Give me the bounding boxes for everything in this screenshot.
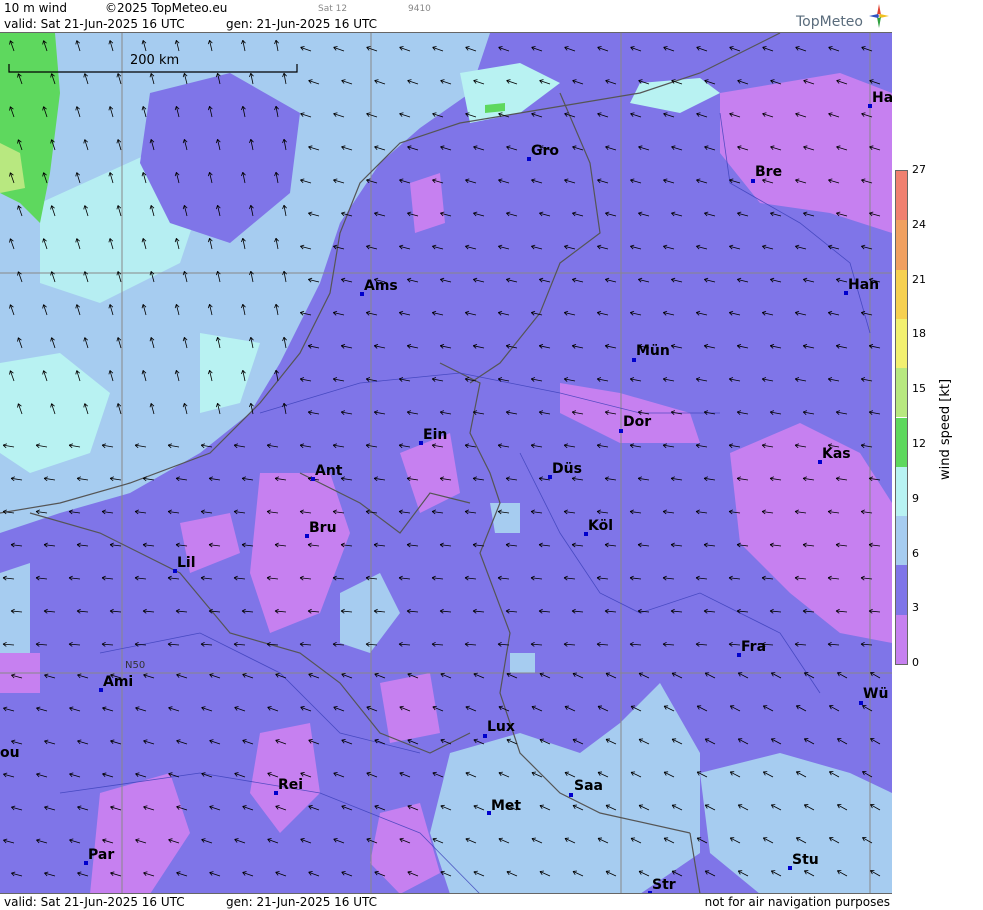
wind-arrow-head	[507, 871, 511, 872]
city-ein: Ein	[423, 427, 447, 443]
wind-arrow-head	[507, 739, 511, 740]
color-bar-segment	[896, 319, 907, 368]
city-wu: Wü	[863, 686, 888, 702]
footer-row: valid: Sat 21-Jun-2025 16 UTC gen: 21-Ju…	[0, 893, 892, 910]
header-row-1: 10 m wind ©2025 TopMeteo.eu Sat 12 9410	[0, 0, 892, 16]
legend-tick-label: 15	[912, 382, 926, 395]
color-bar-segment	[896, 418, 907, 467]
city-kas: Kas	[822, 446, 851, 462]
footer-valid: valid: Sat 21-Jun-2025 16 UTC	[4, 895, 185, 909]
legend-title: wind speed [kt]	[938, 379, 953, 480]
city-ami: Ami	[103, 674, 133, 690]
wind-arrow-head	[474, 673, 478, 674]
city-rei: Rei	[278, 777, 303, 793]
city-saa: Saa	[574, 778, 603, 794]
city-par: Par	[88, 847, 114, 863]
logo-text: TopMeteo	[796, 14, 863, 30]
sat-label: Sat 12	[318, 4, 347, 14]
city-str: Str	[652, 877, 676, 893]
legend-tick-label: 18	[912, 327, 926, 340]
color-bar	[895, 170, 908, 665]
gen-time: gen: 21-Jun-2025 16 UTC	[226, 17, 377, 31]
wind-arrow-head	[499, 838, 503, 839]
legend-tick-label: 27	[912, 163, 926, 176]
footer-disclaimer: not for air navigation purposes	[705, 895, 890, 909]
city-gro: Gro	[531, 143, 559, 159]
city-bre: Bre	[755, 164, 782, 180]
city-marker	[569, 793, 573, 797]
wind-field	[0, 33, 892, 894]
city-fra: Fra	[741, 639, 766, 655]
city-dor: Dor	[623, 414, 651, 430]
city-mun: Mün	[636, 343, 670, 359]
color-bar-segment	[896, 368, 907, 417]
color-bar-segment	[896, 565, 907, 614]
city-ams: Ams	[364, 278, 398, 294]
legend-tick-label: 0	[912, 656, 919, 669]
topmeteo-logo: TopMeteo	[791, 2, 891, 32]
city-lil: Lil	[177, 555, 196, 571]
color-bar-segment	[896, 467, 907, 516]
legend-tick-label: 3	[912, 601, 919, 614]
city-met: Met	[491, 798, 521, 814]
city-han: Han	[848, 277, 879, 293]
wind-arrow-head	[474, 739, 478, 740]
latitude-label: N50	[125, 660, 145, 671]
color-bar-segment	[896, 516, 907, 565]
scale-label: 200 km	[128, 53, 181, 68]
color-bar-segment	[896, 171, 907, 220]
run-code: 9410	[408, 4, 431, 14]
color-bar-segment	[896, 220, 907, 269]
wind-arrow-head	[474, 805, 478, 806]
city-dus: Düs	[552, 461, 582, 477]
wind-arrow-head	[466, 772, 470, 773]
city-ou: ou	[0, 745, 20, 761]
footer-gen: gen: 21-Jun-2025 16 UTC	[226, 895, 377, 909]
wind-arrow-head	[474, 871, 478, 872]
city-lux: Lux	[487, 719, 515, 735]
legend-panel: 27 24 21 18 15 12 9 6 3 0 wind speed [kt]	[892, 0, 983, 909]
city-ant: Ant	[315, 463, 343, 479]
city-ha: Ha	[872, 90, 893, 106]
city-stu: Stu	[792, 852, 819, 868]
city-kol: Köl	[588, 518, 613, 534]
color-bar-segment	[896, 615, 907, 664]
wind-arrow-head	[499, 706, 503, 707]
compass-icon	[867, 2, 891, 30]
wind-arrow-head	[499, 772, 503, 773]
header-row-2: valid: Sat 21-Jun-2025 16 UTC gen: 21-Ju…	[0, 16, 892, 32]
legend-tick-label: 24	[912, 218, 926, 231]
valid-time: valid: Sat 21-Jun-2025 16 UTC	[4, 17, 185, 31]
legend-tick-label: 12	[912, 437, 926, 450]
map-title: 10 m wind	[4, 1, 67, 15]
legend-tick-label: 6	[912, 547, 919, 560]
city-bru: Bru	[309, 520, 337, 536]
copyright: ©2025 TopMeteo.eu	[105, 1, 227, 15]
wind-arrow-head	[466, 838, 470, 839]
color-bar-segment	[896, 270, 907, 319]
wind-arrow-head	[466, 706, 470, 707]
wind-map[interactable]: 200 km N50 Ha Gro Bre Ams Han Mün Dor Ei…	[0, 32, 893, 894]
wind-arrow-head	[507, 673, 511, 674]
legend-tick-label: 21	[912, 273, 926, 286]
legend-tick-label: 9	[912, 492, 919, 505]
